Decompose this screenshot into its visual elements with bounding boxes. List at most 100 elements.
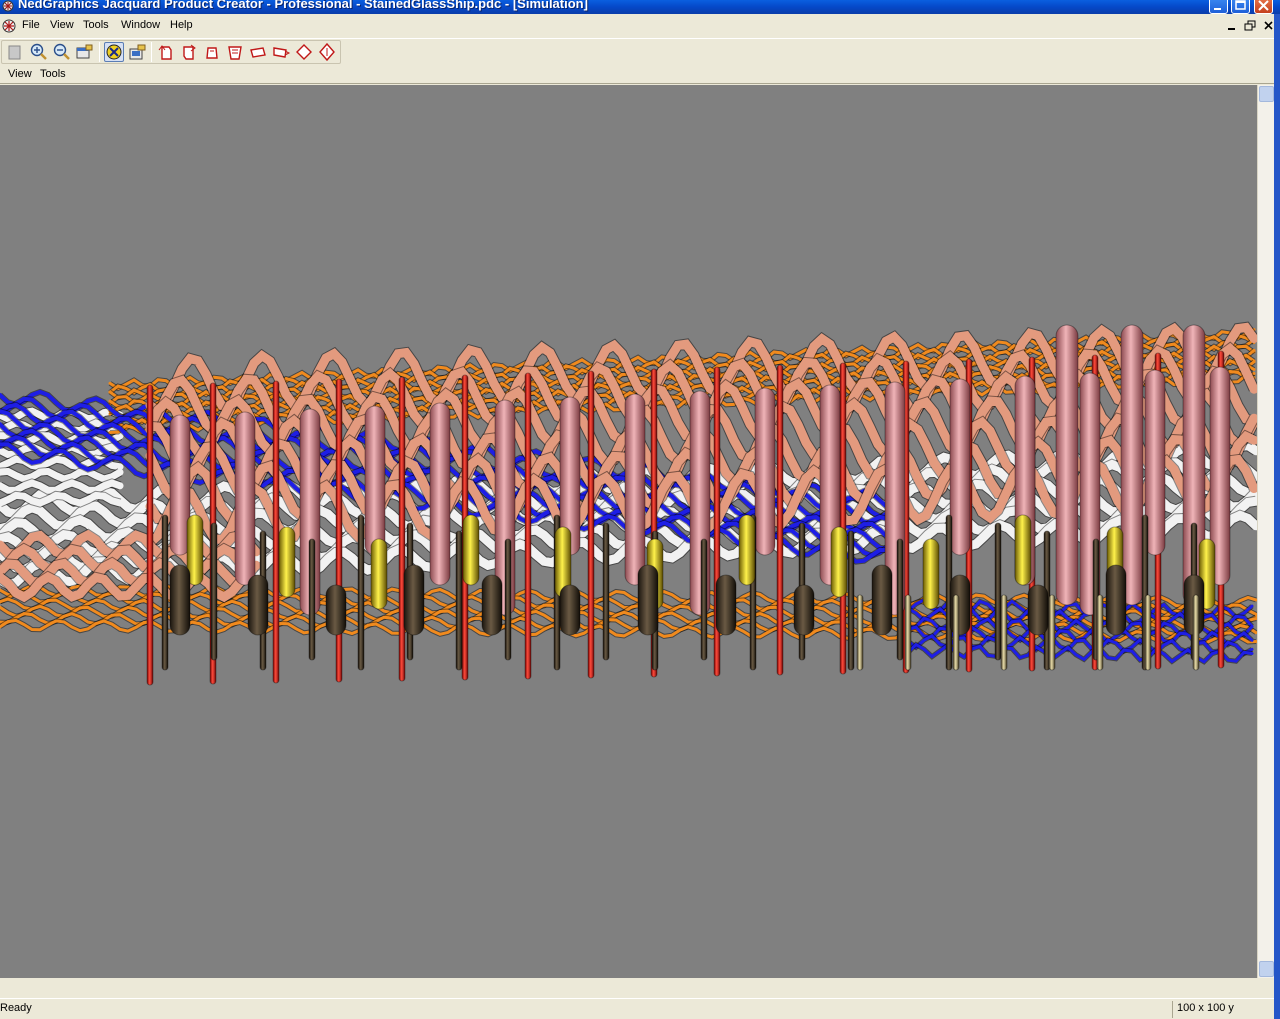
menu-help[interactable]: Help bbox=[170, 19, 193, 32]
dark-warp-knot bbox=[1105, 564, 1127, 636]
dark-warp-knot bbox=[871, 564, 893, 636]
diamond-left-button[interactable] bbox=[294, 42, 314, 62]
zoom-in-icon bbox=[30, 43, 47, 60]
rotate-up-button[interactable] bbox=[156, 42, 176, 62]
diamond-right-button[interactable] bbox=[317, 42, 337, 62]
tan-warp-yarn bbox=[856, 594, 864, 671]
child-restore-icon[interactable] bbox=[1242, 20, 1258, 32]
status-text: Ready bbox=[0, 1002, 32, 1014]
pink-warp-yarn bbox=[429, 402, 451, 586]
rotate-left-icon bbox=[206, 47, 218, 59]
new-icon bbox=[8, 45, 21, 60]
yellow-weft-float bbox=[462, 514, 480, 586]
red-warp-yarn bbox=[524, 372, 532, 680]
tan-warp-yarn bbox=[1144, 594, 1152, 671]
close-icon bbox=[1258, 0, 1269, 11]
dark-warp-yarn bbox=[602, 522, 610, 661]
toolbar bbox=[0, 38, 1280, 64]
dark-warp-knot bbox=[325, 584, 347, 636]
dark-warp-knot bbox=[715, 574, 737, 636]
rotate-down-icon bbox=[183, 44, 196, 60]
submenu-view[interactable]: View bbox=[8, 68, 32, 81]
menu-tools[interactable]: Tools bbox=[83, 19, 109, 32]
rotate-right-icon bbox=[228, 46, 242, 60]
dark-warp-knot bbox=[169, 564, 191, 636]
dark-warp-yarn bbox=[994, 522, 1002, 661]
dark-warp-yarn bbox=[700, 538, 708, 661]
title-bar[interactable]: NedGraphics Jacquard Product Creator - P… bbox=[0, 0, 1280, 14]
simulation-button[interactable] bbox=[104, 42, 124, 62]
tilt-right-icon bbox=[273, 47, 291, 58]
red-warp-yarn bbox=[146, 384, 154, 686]
tan-warp-yarn bbox=[904, 594, 912, 671]
properties-button[interactable] bbox=[74, 42, 94, 62]
menu-view[interactable]: View bbox=[50, 19, 74, 32]
close-button[interactable] bbox=[1254, 0, 1273, 14]
yellow-weft-float bbox=[278, 526, 296, 598]
toolbar-separator bbox=[151, 42, 152, 62]
scroll-corner bbox=[1257, 978, 1274, 998]
rotate-right-button[interactable] bbox=[225, 42, 245, 62]
dark-warp-knot bbox=[559, 584, 581, 636]
export-icon bbox=[129, 44, 146, 60]
dark-warp-yarn bbox=[896, 538, 904, 661]
yellow-weft-float bbox=[830, 526, 848, 598]
view-menu-bar: View Tools bbox=[0, 64, 1280, 84]
zoom-out-button[interactable] bbox=[51, 42, 71, 62]
export-button[interactable] bbox=[127, 42, 147, 62]
red-warp-yarn bbox=[776, 364, 784, 676]
rotate-left-button[interactable] bbox=[202, 42, 222, 62]
document-icon[interactable] bbox=[1, 18, 17, 34]
vertical-scrollbar[interactable] bbox=[1257, 85, 1274, 978]
app-window: NedGraphics Jacquard Product Creator - P… bbox=[0, 0, 1280, 1019]
yellow-weft-float bbox=[922, 538, 940, 610]
diamond-left-icon bbox=[296, 44, 312, 60]
window-title: NedGraphics Jacquard Product Creator - P… bbox=[18, 0, 588, 11]
maximize-icon bbox=[1235, 0, 1246, 10]
simulation-viewport[interactable] bbox=[0, 85, 1257, 978]
tilt-left-icon bbox=[250, 47, 266, 58]
red-warp-yarn bbox=[587, 370, 595, 679]
pink-warp-yarn bbox=[364, 405, 386, 556]
dark-warp-yarn bbox=[308, 538, 316, 661]
tan-warp-yarn bbox=[1048, 594, 1056, 671]
submenu-tools[interactable]: Tools bbox=[40, 68, 66, 81]
rotate-down-button[interactable] bbox=[179, 42, 199, 62]
minimize-icon bbox=[1214, 8, 1221, 10]
pink-warp-yarn bbox=[234, 411, 256, 586]
menu-file[interactable]: File bbox=[22, 19, 40, 32]
dark-warp-knot bbox=[247, 574, 269, 636]
child-minimize-icon[interactable] bbox=[1224, 20, 1240, 32]
dark-warp-knot bbox=[1027, 584, 1049, 636]
dark-warp-yarn bbox=[455, 530, 463, 671]
dark-warp-knot bbox=[403, 564, 425, 636]
menu-window[interactable]: Window bbox=[121, 19, 160, 32]
red-warp-yarn bbox=[272, 380, 280, 684]
red-warp-yarn bbox=[839, 362, 847, 675]
yellow-weft-float bbox=[1014, 514, 1032, 586]
status-bar: Ready 100 x 100 y bbox=[0, 998, 1274, 1019]
minimize-button[interactable] bbox=[1209, 0, 1228, 14]
toolbar-separator bbox=[99, 42, 100, 62]
zoom-in-button[interactable] bbox=[28, 42, 48, 62]
scroll-down-button[interactable] bbox=[1259, 961, 1274, 977]
new-button[interactable] bbox=[5, 42, 25, 62]
scroll-up-button[interactable] bbox=[1259, 86, 1274, 102]
properties-icon bbox=[76, 44, 93, 59]
maximize-button[interactable] bbox=[1231, 0, 1250, 14]
rotate-up-icon bbox=[158, 45, 172, 60]
yellow-weft-float bbox=[370, 538, 388, 610]
dark-warp-yarn bbox=[847, 530, 855, 671]
tan-warp-yarn bbox=[1192, 594, 1200, 671]
fabric-simulation-3d[interactable] bbox=[0, 85, 1257, 978]
tilt-right-button[interactable] bbox=[271, 42, 291, 62]
dark-warp-knot bbox=[481, 574, 503, 636]
pink-warp-yarn bbox=[1120, 324, 1144, 606]
dark-warp-yarn bbox=[357, 514, 365, 671]
tilt-left-button[interactable] bbox=[248, 42, 268, 62]
dark-warp-yarn bbox=[504, 538, 512, 661]
app-logo-icon bbox=[2, 0, 14, 12]
window-border bbox=[1274, 14, 1280, 1019]
size-panel: 100 x 100 y bbox=[1172, 1001, 1268, 1018]
tan-warp-yarn bbox=[1096, 594, 1104, 671]
